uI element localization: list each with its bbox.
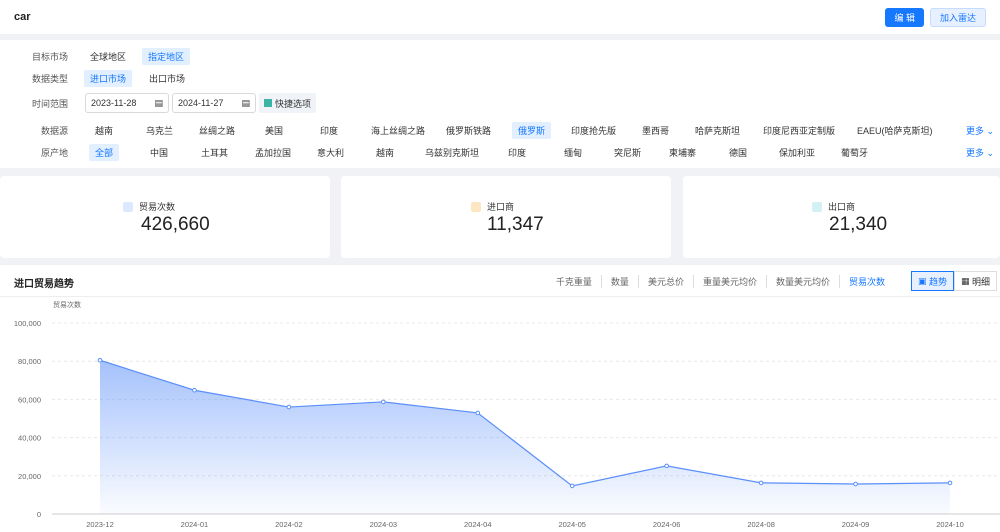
x-tick-label: 2024-06 [653,520,681,529]
data-point[interactable] [475,410,481,416]
origin-option[interactable]: 德国 [723,144,753,161]
start-date-value: 2023-11-28 [91,98,137,108]
target-market-label: 目标市场 [31,51,68,62]
origin-label: 原产地 [40,147,68,158]
bar-chart-icon [123,201,133,212]
data-point[interactable] [286,404,292,410]
exporter-icon [812,201,822,212]
quick-icon [264,99,272,107]
x-tick-label: 2024-03 [370,520,398,529]
origin-option[interactable]: 中国 [144,144,174,161]
data-point[interactable] [569,483,575,489]
y-axis-label: 贸易次数 [53,300,81,309]
time-range-label: 时间范围 [31,98,68,109]
y-tick-label: 100,000 [14,319,41,328]
calendar-icon: ▤ [154,97,163,108]
data-point[interactable] [758,480,764,486]
origin-option[interactable]: 印度 [502,144,532,161]
source-option[interactable]: 海上丝绸之路 [365,122,431,139]
target-market-row: 目标市场 全球地区 指定地区 [0,47,191,65]
source-option[interactable]: 俄罗斯 [512,121,552,139]
add-radar-button[interactable]: 加入雷达 [929,7,986,27]
y-tick-label: 60,000 [18,395,41,404]
option-global[interactable]: 全球地区 [84,48,132,65]
origin-option[interactable]: 乌兹别克斯坦 [419,144,485,161]
data-type-label: 数据类型 [31,73,68,84]
source-option[interactable]: 越南 [89,122,119,139]
origin-option[interactable]: 保加利亚 [773,144,821,161]
y-tick-label: 0 [37,510,41,519]
y-tick-label: 40,000 [18,434,41,443]
stat-label: 进口商 [487,202,515,212]
source-option[interactable]: 墨西哥 [636,122,675,139]
data-point[interactable] [664,463,669,469]
option-import[interactable]: 进口市场 [84,69,133,87]
trend-panel: 进口贸易趋势 千克重量 数量 美元总价 重量美元均价 数量美元均价 贸易次数 ▣ 趋势 ▦… [0,265,1000,532]
source-option[interactable]: 丝绸之路 [193,122,241,139]
x-tick-label: 2024-05 [558,520,586,529]
stat-card-importers: 进口商 11,347 [341,176,671,258]
origin-more-button[interactable]: 更多 ⌄ [966,146,994,159]
end-date-input[interactable]: 2024-11-27 ▤ [172,93,256,113]
x-tick-label: 2024-04 [464,520,492,529]
origin-option[interactable]: 越南 [370,144,400,161]
origin-option[interactable]: 突尼斯 [608,144,647,161]
end-date-value: 2024-11-27 [178,98,224,108]
data-point[interactable] [947,480,953,486]
data-point[interactable] [192,387,197,393]
data-point[interactable] [381,399,386,405]
source-label: 数据源 [40,125,68,136]
calendar-icon: ▤ [241,97,250,108]
option-export[interactable]: 出口市场 [143,70,191,87]
y-tick-label: 80,000 [18,357,41,366]
x-tick-label: 2024-01 [181,520,209,529]
source-option[interactable]: 印度抢先版 [565,122,622,139]
source-option[interactable]: 印度尼西亚定制版 [757,122,841,139]
source-option[interactable]: 美国 [259,122,289,139]
stat-card-trades: 贸易次数 426,660 [0,176,330,258]
x-tick-label: 2024-08 [747,520,775,529]
source-option[interactable]: 俄罗斯铁路 [440,122,497,139]
quick-options-button[interactable]: 快捷选项 [259,93,317,113]
time-range-row: 时间范围 [0,94,68,112]
stat-value: 11,347 [487,214,544,235]
origin-option[interactable]: 孟加拉国 [249,144,297,161]
edit-button[interactable]: 编 辑 [885,7,924,27]
x-tick-label: 2024-09 [842,520,870,529]
stat-value: 21,340 [829,214,888,235]
origin-option[interactable]: 意大利 [311,144,350,161]
stat-label: 出口商 [828,202,856,212]
filter-panel: 目标市场 全球地区 指定地区 数据类型 进口市场 出口市场 时间范围 2023-… [0,40,1000,168]
start-date-input[interactable]: 2023-11-28 ▤ [85,93,169,113]
source-option[interactable]: 哈萨克斯坦 [689,122,746,139]
data-type-row: 数据类型 进口市场 出口市场 [0,69,185,87]
origin-row: 原产地 更多 ⌄ 全部 中国 土耳其 孟加拉国 意大利 越南 乌兹别克斯坦 印度 缅甸 突尼斯 柬埔… [0,143,1000,161]
stat-label: 贸易次数 [139,202,176,212]
origin-option[interactable]: 土耳其 [195,144,234,161]
option-specified[interactable]: 指定地区 [142,47,191,65]
trend-chart: 贸易次数 0 20,000 40,000 60,000 80,000 100,000 2023… [14,300,1000,529]
y-tick-label: 20,000 [18,472,41,481]
origin-option[interactable]: 全部 [89,143,120,161]
data-point[interactable] [97,357,103,363]
origin-option[interactable]: 缅甸 [558,144,588,161]
x-tick-label: 2024-10 [936,520,964,529]
quick-options-label: 快捷选项 [275,98,312,109]
source-option[interactable]: 乌克兰 [140,122,179,139]
header: car 编 辑 加入雷达 [0,0,1000,34]
source-more-button[interactable]: 更多 ⌄ [966,124,994,137]
page-title: car [14,11,31,23]
stat-value: 426,660 [141,214,210,235]
source-option[interactable]: 印度 [314,122,344,139]
stat-card-exporters: 出口商 21,340 [683,176,1000,258]
data-point[interactable] [853,481,858,487]
source-option[interactable]: EAEU(哈萨克斯坦) [851,122,939,139]
importer-icon [471,201,481,212]
source-row: 数据源 更多 ⌄ 越南 乌克兰 丝绸之路 美国 印度 海上丝绸之路 俄罗斯铁路 俄罗斯 印度抢先… [0,121,1000,139]
x-tick-label: 2024-02 [275,520,303,529]
origin-option[interactable]: 柬埔寨 [663,144,702,161]
origin-option[interactable]: 葡萄牙 [835,144,874,161]
x-tick-label: 2023-12 [86,520,114,529]
